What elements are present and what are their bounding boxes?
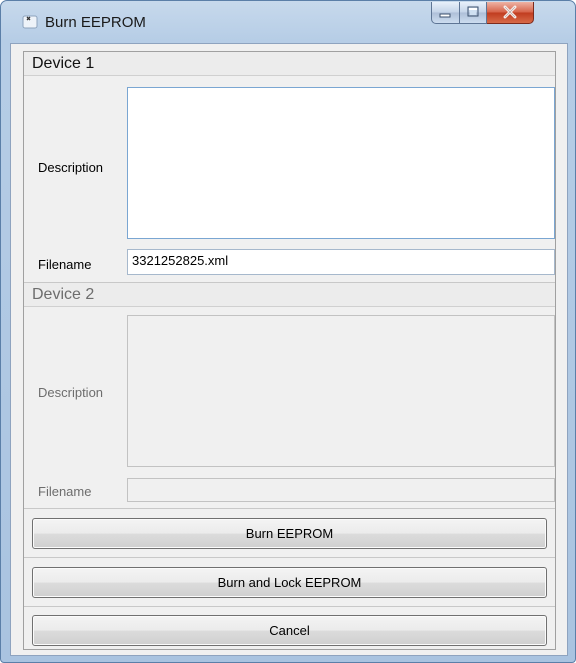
device1-filename-label: Filename (38, 257, 92, 272)
separator-1 (24, 508, 555, 509)
device2-filename-label: Filename (38, 484, 92, 499)
separator-3 (24, 606, 555, 607)
minimize-icon (439, 13, 451, 18)
window-title: Burn EEPROM (45, 14, 146, 31)
app-icon (22, 15, 38, 29)
maximize-button[interactable] (460, 2, 487, 24)
device1-description-field[interactable] (127, 87, 555, 239)
separator-2 (24, 557, 555, 558)
device1-header: Device 1 (24, 52, 555, 76)
title-bar[interactable]: Burn EEPROM (1, 1, 575, 43)
device1-filename-field[interactable]: 3321252825.xml (127, 249, 555, 275)
caption-buttons (431, 2, 534, 24)
device2-description-field[interactable] (127, 315, 555, 467)
close-icon (503, 5, 517, 19)
device1-description-label: Description (38, 160, 104, 175)
device1-filename-value: 3321252825.xml (132, 253, 229, 268)
device1-title: Device 1 (32, 55, 95, 72)
dialog-client-area: Device 1 Description Filename 3321252825… (10, 43, 568, 656)
device2-title: Device 2 (32, 286, 95, 303)
burn-and-lock-eeprom-button[interactable]: Burn and Lock EEPROM (32, 567, 547, 598)
burn-eeprom-window: Burn EEPROM Device 1 Description Filenam… (0, 0, 576, 663)
minimize-button[interactable] (431, 2, 460, 24)
cancel-button[interactable]: Cancel (32, 615, 547, 646)
dialog-panel: Device 1 Description Filename 3321252825… (23, 51, 556, 650)
device2-header: Device 2 (24, 282, 555, 307)
close-button[interactable] (487, 2, 534, 24)
device2-description-label: Description (38, 385, 104, 400)
maximize-icon (467, 6, 479, 17)
device2-filename-field[interactable] (127, 478, 555, 502)
burn-eeprom-button[interactable]: Burn EEPROM (32, 518, 547, 549)
